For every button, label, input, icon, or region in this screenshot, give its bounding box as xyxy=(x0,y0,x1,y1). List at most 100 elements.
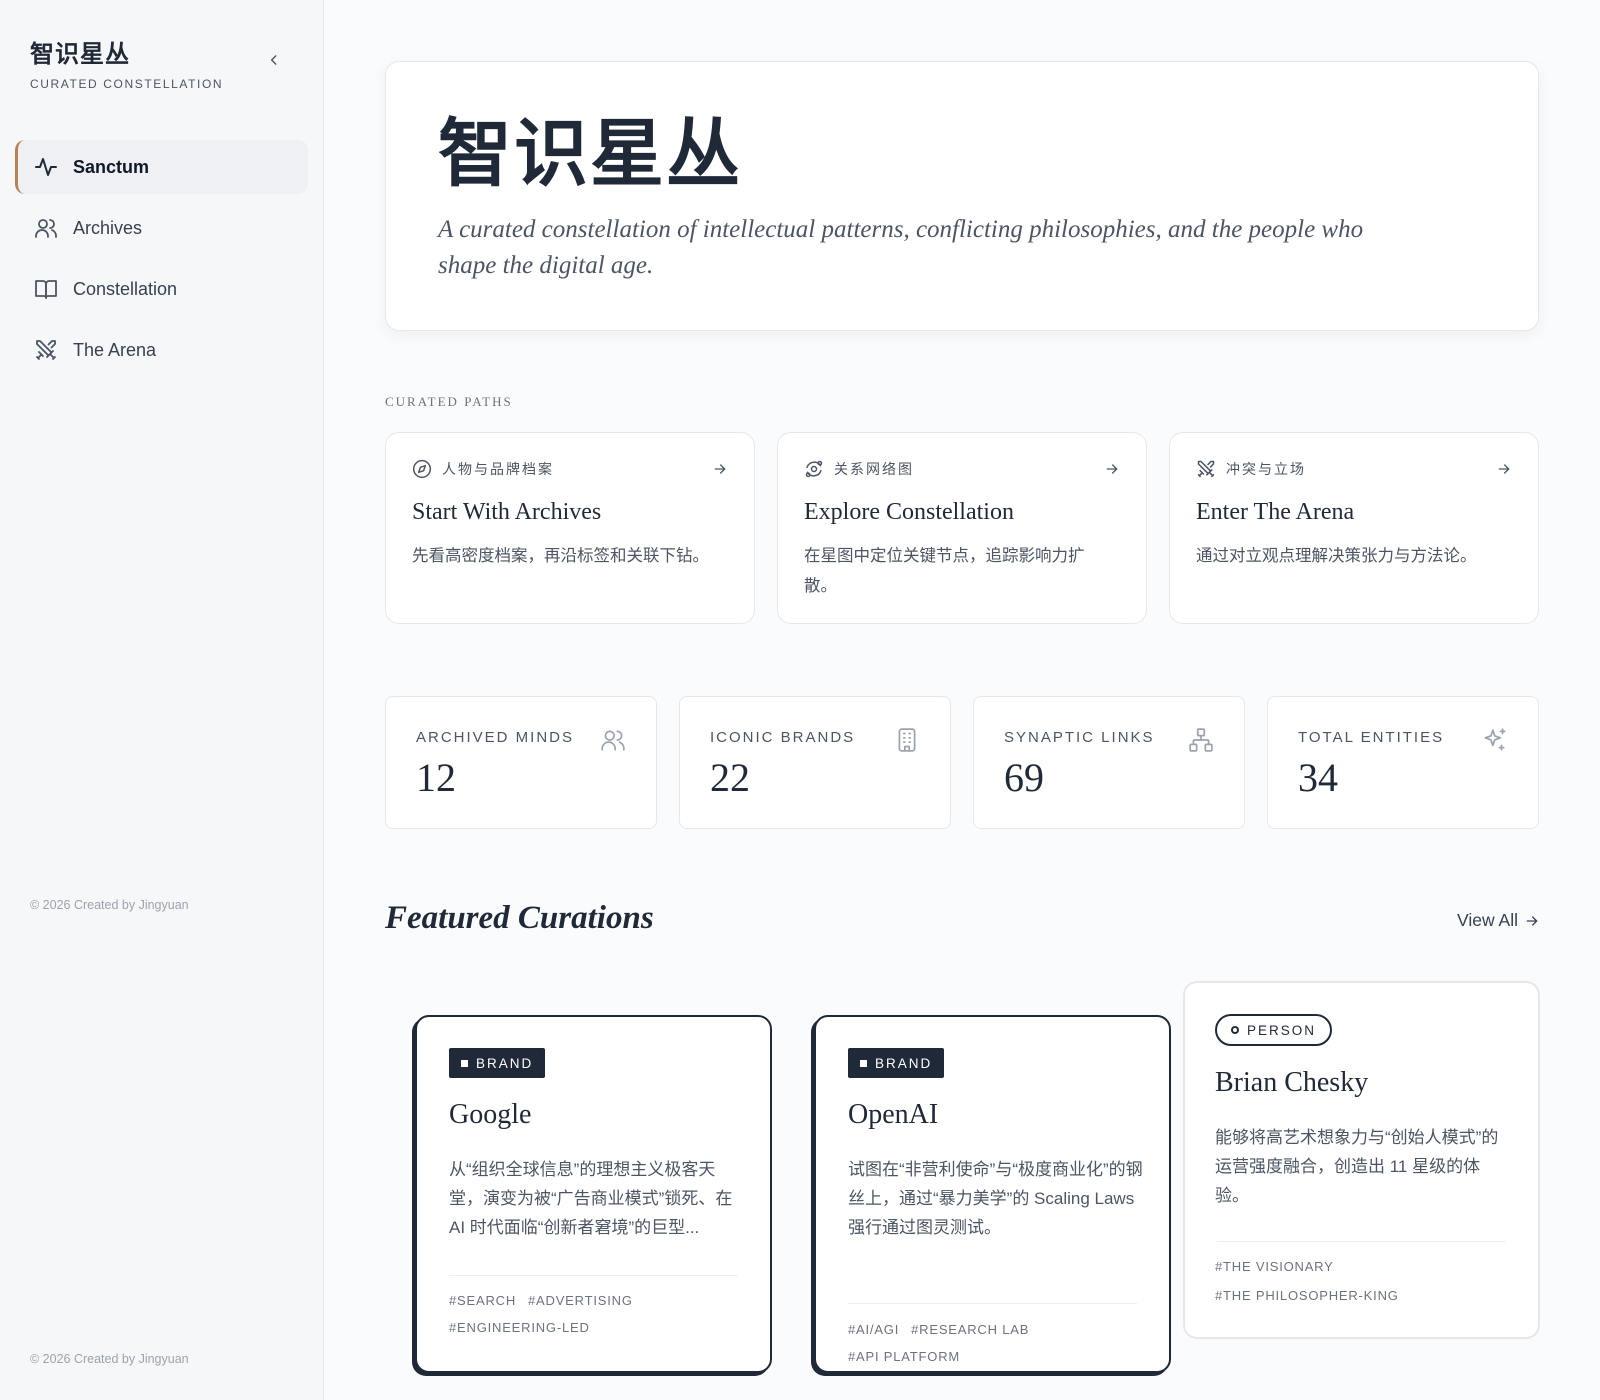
path-card-archives[interactable]: 人物与品牌档案 Start With Archives 先看高密度档案，再沿标签… xyxy=(385,432,755,624)
type-badge: PERSON xyxy=(1215,1014,1333,1046)
path-title: Start With Archives xyxy=(412,499,602,525)
type-badge: BRAND xyxy=(449,1048,546,1078)
curation-card-brian-chesky[interactable]: PERSON Brian Chesky 能够将高艺术想象力与“创始人模式”的运营… xyxy=(1183,981,1540,1339)
stat-value: 69 xyxy=(1004,755,1044,800)
users-icon xyxy=(33,215,59,241)
sidebar-item-label: Sanctum xyxy=(73,156,150,177)
pulse-icon xyxy=(33,154,59,180)
curation-card-openai[interactable]: BRAND OpenAI 试图在“非营利使命”与“极度商业化”的钢丝上，通过“暴… xyxy=(814,1015,1171,1373)
footer-copyright-bottom: © 2026 Created by Jingyuan xyxy=(30,1352,189,1366)
path-kicker-row: 人物与品牌档案 xyxy=(412,459,554,479)
footer-copyright: © 2026 Created by Jingyuan xyxy=(30,898,189,912)
stat-card-archived-minds: ARCHIVED MINDS 12 xyxy=(385,696,657,829)
crossed-swords-icon xyxy=(1196,459,1216,479)
card-divider xyxy=(848,1303,1137,1304)
stats-row: ARCHIVED MINDS 12 ICONIC BRANDS 22 SYNAP… xyxy=(385,696,1540,829)
tag[interactable]: #ADVERTISING xyxy=(528,1293,633,1308)
square-icon xyxy=(860,1059,867,1067)
chevron-left-icon xyxy=(270,55,277,65)
card-description: 能够将高艺术想象力与“创始人模式”的运营强度融合，创造出 11 星级的体验。 xyxy=(1215,1128,1499,1205)
type-badge: BRAND xyxy=(848,1048,945,1078)
brand-subtitle: CURATED CONSTELLATION xyxy=(30,77,224,91)
path-description: 先看高密度档案，再沿标签和关联下钻。 xyxy=(412,547,709,565)
circle-icon xyxy=(1231,1026,1239,1034)
featured-cards: BRAND Google 从“组织全球信息”的理想主义极客天堂，演变为被“广告商… xyxy=(385,981,1540,1373)
sidebar-brand[interactable]: 智识星丛 CURATED CONSTELLATION xyxy=(30,34,223,91)
path-kicker: 关系网络图 xyxy=(834,461,914,477)
path-kicker: 冲突与立场 xyxy=(1226,461,1306,477)
orbit-icon xyxy=(804,459,824,479)
stat-value: 34 xyxy=(1298,755,1338,800)
featured-title: Featured Curations xyxy=(385,900,654,936)
stat-label: TOTAL ENTITIES xyxy=(1298,729,1445,746)
card-description: 从“组织全球信息”的理想主义极客天堂，演变为被“广告商业模式”锁死、在 AI 时… xyxy=(449,1160,733,1237)
path-card-constellation[interactable]: 关系网络图 Explore Constellation 在星图中定位关键节点，追… xyxy=(777,432,1147,624)
sidebar-item-label: The Arena xyxy=(73,339,157,360)
stat-label: ARCHIVED MINDS xyxy=(416,729,575,746)
tag[interactable]: #AI/AGI xyxy=(848,1322,899,1337)
tag[interactable]: #THE PHILOSOPHER-KING xyxy=(1215,1288,1515,1303)
path-card-arena[interactable]: 冲突与立场 Enter The Arena 通过对立观点理解决策张力与方法论。 xyxy=(1169,432,1539,624)
card-tags: #SEARCH #ADVERTISING #ENGINEERING-LED xyxy=(449,1293,749,1335)
sparkles-icon xyxy=(1482,727,1508,753)
sidebar: 智识星丛 CURATED CONSTELLATION Sanctum Archi… xyxy=(0,0,324,1400)
building-icon xyxy=(894,727,920,753)
view-all-link[interactable]: View All xyxy=(1457,910,1540,931)
path-title: Enter The Arena xyxy=(1196,499,1355,525)
network-icon xyxy=(1188,727,1214,753)
type-badge-label: BRAND xyxy=(476,1055,534,1071)
brand-title: 智识星丛 xyxy=(30,40,130,68)
crossed-swords-icon xyxy=(33,337,59,363)
curated-paths-label: CURATED PATHS xyxy=(385,394,513,409)
card-divider xyxy=(449,1275,738,1276)
users-icon xyxy=(600,727,626,753)
path-title: Explore Constellation xyxy=(804,499,1014,525)
path-kicker-row: 冲突与立场 xyxy=(1196,459,1306,479)
card-description: 试图在“非营利使命”与“极度商业化”的钢丝上，通过“暴力美学”的 Scaling… xyxy=(848,1160,1143,1237)
stat-label: ICONIC BRANDS xyxy=(710,729,856,746)
card-title: Brian Chesky xyxy=(1215,1067,1369,1098)
sidebar-item-label: Constellation xyxy=(73,278,178,299)
stat-card-iconic-brands: ICONIC BRANDS 22 xyxy=(679,696,951,829)
arrow-right-icon xyxy=(1104,461,1120,482)
tag[interactable]: #SEARCH xyxy=(449,1293,516,1308)
sidebar-item-sanctum[interactable]: Sanctum xyxy=(15,140,308,194)
stat-label: SYNAPTIC LINKS xyxy=(1004,729,1155,746)
sidebar-item-label: Archives xyxy=(73,217,143,238)
path-description: 通过对立观点理解决策张力与方法论。 xyxy=(1196,547,1477,565)
arrow-right-icon xyxy=(1526,915,1538,926)
card-tags: #THE VISIONARY #THE PHILOSOPHER-KING xyxy=(1215,1259,1515,1303)
path-kicker-row: 关系网络图 xyxy=(804,459,914,479)
tag[interactable]: #THE VISIONARY xyxy=(1215,1259,1515,1274)
sidebar-item-archives[interactable]: Archives xyxy=(15,201,308,255)
stat-value: 22 xyxy=(710,755,750,800)
curation-card-google[interactable]: BRAND Google 从“组织全球信息”的理想主义极客天堂，演变为被“广告商… xyxy=(415,1015,772,1373)
stat-card-total-entities: TOTAL ENTITIES 34 xyxy=(1267,696,1539,829)
type-badge-label: BRAND xyxy=(875,1055,933,1071)
path-kicker: 人物与品牌档案 xyxy=(442,461,554,477)
curated-paths: 人物与品牌档案 Start With Archives 先看高密度档案，再沿标签… xyxy=(385,432,1540,624)
tag[interactable]: #RESEARCH LAB xyxy=(911,1322,1029,1337)
path-description: 在星图中定位关键节点，追踪影响力扩散。 xyxy=(804,547,1085,595)
sidebar-nav: Sanctum Archives Constellation The Arena xyxy=(15,140,308,384)
type-badge-label: PERSON xyxy=(1247,1022,1317,1038)
hero-description: A curated constellation of intellectual … xyxy=(438,216,1364,279)
sidebar-item-constellation[interactable]: Constellation xyxy=(15,262,308,316)
arrow-right-icon xyxy=(1496,461,1512,482)
compass-icon xyxy=(412,459,432,479)
hero-card: 智识星丛 A curated constellation of intellec… xyxy=(385,61,1539,331)
stat-value: 12 xyxy=(416,755,456,800)
book-open-icon xyxy=(33,276,59,302)
card-tags: #AI/AGI #RESEARCH LAB #API PLATFORM xyxy=(848,1322,1148,1364)
hero-title: 智识星丛 xyxy=(438,111,742,197)
stat-card-synaptic-links: SYNAPTIC LINKS 69 xyxy=(973,696,1245,829)
tag[interactable]: #API PLATFORM xyxy=(848,1349,960,1364)
sidebar-item-the-arena[interactable]: The Arena xyxy=(15,323,308,377)
tag[interactable]: #ENGINEERING-LED xyxy=(449,1320,590,1335)
card-title: Google xyxy=(449,1099,532,1130)
square-icon xyxy=(461,1059,468,1067)
collapse-sidebar-button[interactable] xyxy=(262,48,286,72)
card-title: OpenAI xyxy=(848,1099,939,1130)
view-all-label: View All xyxy=(1457,910,1518,930)
arrow-right-icon xyxy=(712,461,728,482)
